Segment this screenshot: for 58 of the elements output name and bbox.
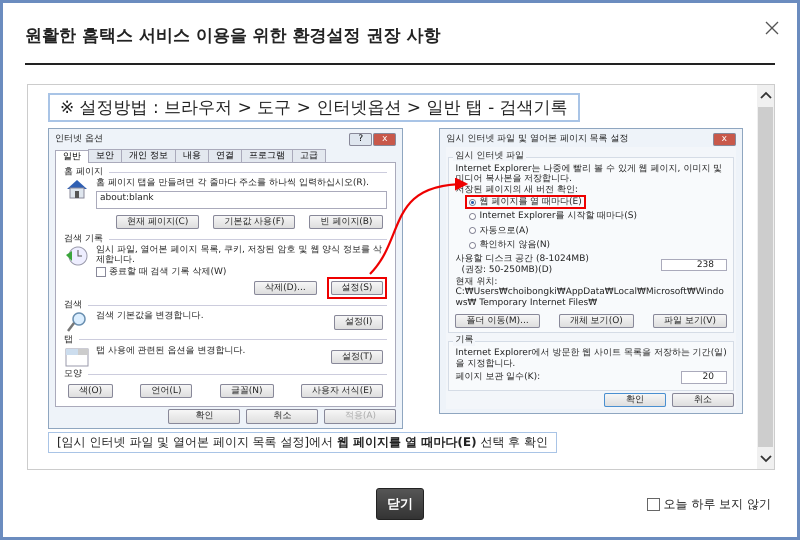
window-title: 임시 인터넷 파일 및 열어본 페이지 목록 설정 [446, 134, 628, 144]
tab[interactable]: 일반 [55, 150, 89, 164]
group-heading: 임시 인터넷 파일 [453, 151, 526, 162]
checkbox-label: 오늘 하루 보지 않기 [664, 496, 771, 512]
dialog-button[interactable]: 폴더 이동(M)... [455, 314, 540, 328]
dialog-button[interactable]: 취소 [672, 392, 734, 407]
scroll-down-icon[interactable] [760, 455, 772, 463]
group-description: Internet Explorer에서 방문한 웹 사이트 목록을 저장하는 기간(일)을 지정합니다. [455, 348, 727, 370]
location-label: 현재 위치: [455, 277, 498, 288]
checkbox-label: 종료할 때 검색 기록 삭제(W) [109, 266, 226, 278]
home-page-field[interactable]: about:blank [96, 190, 388, 209]
title-bar-button[interactable]: x [712, 132, 736, 146]
group-heading: 기록 [453, 335, 476, 346]
section-heading: 검색 기록 [64, 234, 103, 244]
disk-space-label: 사용할 디스크 공간 (8-1024MB) [455, 254, 589, 265]
radio-option[interactable]: Internet Explorer를 시작할 때마다(S) [465, 209, 641, 224]
dialog-title: 원활한 홈택스 서비스 이용을 위한 환경설정 권장 사항 [25, 24, 440, 46]
location-path: C:₩Users₩choibongki₩AppData₩Local₩Microsoft₩Windows₩ Temporary Internet Files₩ [455, 287, 725, 308]
dialog-button[interactable]: 확인 [604, 392, 666, 407]
guide-banner: ※ 설정방법 : 브라우저 > 도구 > 인터넷옵션 > 일반 탭 - 검색기록 [48, 93, 580, 122]
tab[interactable]: 프로그램 [240, 149, 293, 162]
caption-text: [임시 인터넷 파일 및 열어본 페이지 목록 설정]에서 웹 페이지를 열 때마다(E) 선택 후 확인 [48, 432, 558, 453]
section-heading: 검색 [64, 300, 82, 311]
section-description: 홈 페이지 탭을 만들려면 각 줄마다 주소를 하나씩 입력하십시오(R). [96, 178, 370, 189]
section-heading: 홈 페이지 [64, 167, 103, 178]
section-heading: 탭 [64, 334, 73, 345]
section-description: 검색 기본값을 변경합니다. [96, 311, 205, 322]
tab[interactable]: 연결 [208, 149, 242, 162]
close-button[interactable]: 닫기 [376, 488, 424, 520]
dialog-button[interactable]: 설정(S) [326, 277, 388, 300]
days-field[interactable]: 20 [681, 371, 727, 384]
tabs-icon [64, 346, 90, 368]
disk-space-hint: (권장: 50-250MB)(D) [460, 264, 554, 276]
section-description: 임시 파일, 열어본 페이지 목록, 쿠키, 저장된 암호 및 웹 양식 정보를 삭제합니다. [96, 245, 383, 266]
disk-space-field[interactable]: 238 [661, 258, 727, 271]
radio-option[interactable]: 웹 페이지를 열 때마다(E) [465, 195, 586, 210]
clock-icon [64, 245, 90, 268]
tab[interactable]: 내용 [174, 149, 209, 162]
tab[interactable]: 보안 [88, 149, 122, 162]
tab[interactable]: 개인 정보 [121, 149, 176, 162]
radio-option[interactable]: 확인하지 않음(N) [465, 238, 554, 252]
dialog-button[interactable]: 확인 [168, 409, 240, 424]
scroll-up-icon[interactable] [760, 91, 772, 99]
scrollbar-thumb[interactable] [758, 107, 773, 447]
dialog-button[interactable]: 취소 [246, 409, 318, 424]
dialog-button[interactable]: 개체 보기(O) [558, 314, 634, 328]
section-description: 탭 사용에 관련된 옵션을 변경합니다. [96, 346, 246, 356]
title-bar-button[interactable]: x [373, 132, 396, 146]
checkbox[interactable] [646, 498, 660, 510]
close-icon[interactable] [765, 21, 779, 35]
dialog-button[interactable]: 파일 보기(V) [652, 314, 727, 328]
title-bar-button[interactable]: ? [349, 132, 372, 146]
section-heading: 모양 [64, 368, 82, 380]
radio-option[interactable]: 자동으로(A) [465, 224, 533, 238]
checkbox[interactable] [96, 266, 106, 277]
days-label: 페이지 보관 일수(K): [455, 372, 540, 382]
tab[interactable]: 고급 [292, 149, 326, 162]
window-title: 인터넷 옵션 [55, 134, 103, 144]
